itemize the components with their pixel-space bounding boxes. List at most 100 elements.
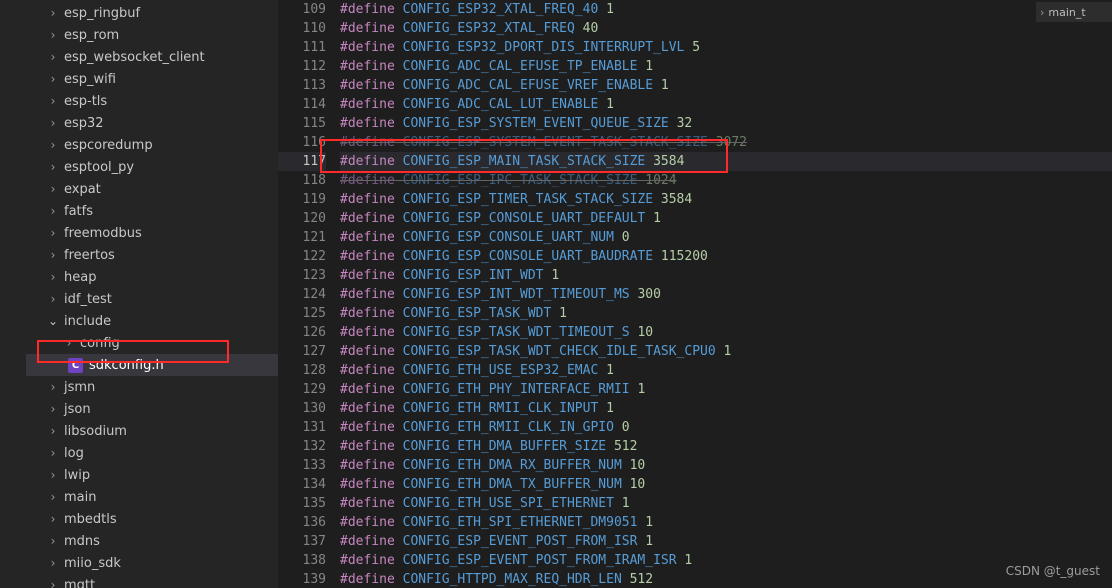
folder-item[interactable]: ›esp_websocket_client [26, 46, 278, 68]
tree-item-label: miio_sdk [64, 556, 121, 571]
code-line[interactable]: #define CONFIG_ESP_SYSTEM_EVENT_QUEUE_SI… [340, 114, 1112, 133]
code-line[interactable]: #define CONFIG_ESP_CONSOLE_UART_BAUDRATE… [340, 247, 1112, 266]
code-line[interactable]: #define CONFIG_ETH_DMA_BUFFER_SIZE 512 [340, 437, 1112, 456]
code-line[interactable]: #define CONFIG_ESP_TASK_WDT_TIMEOUT_S 10 [340, 323, 1112, 342]
folder-item[interactable]: ›esp_ringbuf [26, 2, 278, 24]
folder-item[interactable]: ›espcoredump [26, 134, 278, 156]
tree-item-label: esp_wifi [64, 72, 116, 87]
code-line[interactable]: #define CONFIG_ESP_TIMER_TASK_STACK_SIZE… [340, 190, 1112, 209]
folder-item[interactable]: ›esp32 [26, 112, 278, 134]
line-number: 115 [278, 114, 326, 133]
chevron-right-icon: › [48, 116, 58, 130]
code-line[interactable]: #define CONFIG_ETH_USE_SPI_ETHERNET 1 [340, 494, 1112, 513]
folder-item[interactable]: ›fatfs [26, 200, 278, 222]
line-number: 110 [278, 19, 326, 38]
breadcrumb[interactable]: › main_t [1035, 2, 1112, 22]
line-number: 138 [278, 551, 326, 570]
tree-item-label: freertos [64, 248, 115, 263]
tree-item-label: mbedtls [64, 512, 117, 527]
folder-item[interactable]: ›main [26, 486, 278, 508]
line-number: 132 [278, 437, 326, 456]
code-line[interactable]: #define CONFIG_ETH_DMA_TX_BUFFER_NUM 10 [340, 475, 1112, 494]
folder-item[interactable]: › esp_wifi [26, 68, 278, 90]
folder-item[interactable]: ›esptool_py [26, 156, 278, 178]
file-explorer[interactable]: ›esp_ringbuf›esp_rom›esp_websocket_clien… [0, 0, 278, 588]
chevron-right-icon: › [48, 248, 58, 262]
code-line[interactable]: #define CONFIG_ETH_DMA_RX_BUFFER_NUM 10 [340, 456, 1112, 475]
tree-item-label: idf_test [64, 292, 112, 307]
folder-item[interactable]: ›lwip [26, 464, 278, 486]
tree-item-label: expat [64, 182, 101, 197]
code-line[interactable]: #define CONFIG_ESP32_DPORT_DIS_INTERRUPT… [340, 38, 1112, 57]
folder-item[interactable]: ›mqtt [26, 574, 278, 588]
code-line[interactable]: #define CONFIG_ADC_CAL_LUT_ENABLE 1 [340, 95, 1112, 114]
line-number: 117 [278, 152, 326, 171]
folder-item[interactable]: ›jsmn [26, 376, 278, 398]
folder-item[interactable]: ›idf_test [26, 288, 278, 310]
folder-item[interactable]: ›miio_sdk [26, 552, 278, 574]
file-item[interactable]: Csdkconfig.h [26, 354, 278, 376]
line-number: 131 [278, 418, 326, 437]
folder-item[interactable]: ›libsodium [26, 420, 278, 442]
folder-item[interactable]: ›mdns [26, 530, 278, 552]
tree-item-label: espcoredump [64, 138, 153, 153]
code-line[interactable]: #define CONFIG_ESP_CONSOLE_UART_DEFAULT … [340, 209, 1112, 228]
tree-item-label: sdkconfig.h [89, 358, 164, 373]
chevron-right-icon: › [64, 336, 74, 350]
code-line[interactable]: #define CONFIG_ESP_CONSOLE_UART_NUM 0 [340, 228, 1112, 247]
code-line[interactable]: #define CONFIG_ESP32_XTAL_FREQ 40 [340, 19, 1112, 38]
folder-item[interactable]: ›expat [26, 178, 278, 200]
tree-item-label: lwip [64, 468, 90, 483]
chevron-right-icon: › [48, 270, 58, 284]
line-number: 116 [278, 133, 326, 152]
folder-item[interactable]: › mbedtls [26, 508, 278, 530]
line-number: 120 [278, 209, 326, 228]
chevron-right-icon: › [48, 72, 58, 86]
code-line[interactable]: #define CONFIG_ETH_SPI_ETHERNET_DM9051 1 [340, 513, 1112, 532]
code-line[interactable]: #define CONFIG_ADC_CAL_EFUSE_VREF_ENABLE… [340, 76, 1112, 95]
code-line[interactable]: #define CONFIG_ESP_SYSTEM_EVENT_TASK_STA… [340, 133, 1112, 152]
chevron-right-icon: › [48, 512, 58, 526]
code-line[interactable]: #define CONFIG_ESP_EVENT_POST_FROM_ISR 1 [340, 532, 1112, 551]
folder-item[interactable]: ›log [26, 442, 278, 464]
code-line[interactable]: #define CONFIG_ESP_TASK_WDT 1 [340, 304, 1112, 323]
code-line[interactable]: #define CONFIG_ESP_TASK_WDT_CHECK_IDLE_T… [340, 342, 1112, 361]
code-line[interactable]: #define CONFIG_ETH_PHY_INTERFACE_RMII 1 [340, 380, 1112, 399]
tree-item-label: esp_ringbuf [64, 6, 140, 21]
code-line[interactable]: #define CONFIG_ESP_MAIN_TASK_STACK_SIZE … [340, 152, 1112, 171]
line-number: 113 [278, 76, 326, 95]
line-number: 135 [278, 494, 326, 513]
chevron-right-icon: › [48, 204, 58, 218]
code-line[interactable]: #define CONFIG_ETH_RMII_CLK_INPUT 1 [340, 399, 1112, 418]
code-line[interactable]: #define CONFIG_ETH_RMII_CLK_IN_GPIO 0 [340, 418, 1112, 437]
code-content[interactable]: #define CONFIG_ESP32_XTAL_FREQ_40 1#defi… [340, 0, 1112, 588]
line-number: 136 [278, 513, 326, 532]
code-line[interactable]: #define CONFIG_HTTPD_MAX_REQ_HDR_LEN 512 [340, 570, 1112, 588]
line-number: 124 [278, 285, 326, 304]
folder-item[interactable]: ⌄include [26, 310, 278, 332]
code-line[interactable]: #define CONFIG_ESP_IPC_TASK_STACK_SIZE 1… [340, 171, 1112, 190]
line-number: 137 [278, 532, 326, 551]
folder-item[interactable]: › freertos [26, 244, 278, 266]
line-number: 121 [278, 228, 326, 247]
line-number-gutter: 1091101111121131141151161171181191201211… [278, 0, 340, 588]
folder-item[interactable]: › heap [26, 266, 278, 288]
tree-item-label: main [64, 490, 96, 505]
folder-item[interactable]: ›config [26, 332, 278, 354]
folder-item[interactable]: ›freemodbus [26, 222, 278, 244]
tree-item-label: heap [64, 270, 96, 285]
line-number: 118 [278, 171, 326, 190]
code-line[interactable]: #define CONFIG_ADC_CAL_EFUSE_TP_ENABLE 1 [340, 57, 1112, 76]
code-line[interactable]: #define CONFIG_ETH_USE_ESP32_EMAC 1 [340, 361, 1112, 380]
code-line[interactable]: #define CONFIG_ESP_INT_WDT_TIMEOUT_MS 30… [340, 285, 1112, 304]
code-line[interactable]: #define CONFIG_ESP32_XTAL_FREQ_40 1 [340, 0, 1112, 19]
folder-item[interactable]: ›esp-tls [26, 90, 278, 112]
code-editor[interactable]: 1091101111121131141151161171181191201211… [278, 0, 1112, 588]
line-number: 125 [278, 304, 326, 323]
tree-item-label: json [64, 402, 91, 417]
chevron-right-icon: › [48, 534, 58, 548]
folder-item[interactable]: ›json [26, 398, 278, 420]
code-line[interactable]: #define CONFIG_ESP_INT_WDT 1 [340, 266, 1112, 285]
folder-item[interactable]: ›esp_rom [26, 24, 278, 46]
code-line[interactable]: #define CONFIG_ESP_EVENT_POST_FROM_IRAM_… [340, 551, 1112, 570]
